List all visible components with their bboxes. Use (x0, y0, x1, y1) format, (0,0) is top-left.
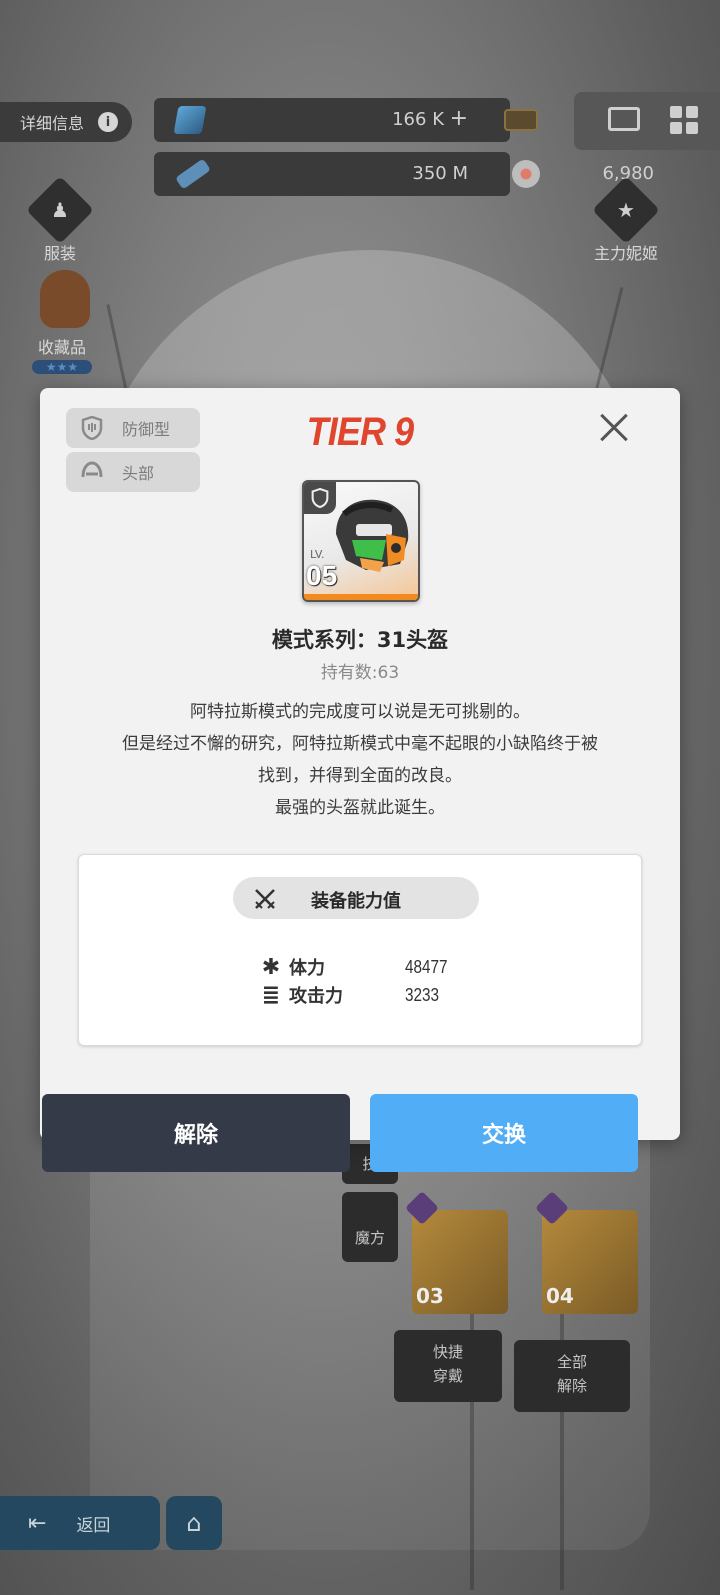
stat-value: 3233 (405, 984, 440, 1005)
item-name: 模式系列：31头盔 (271, 628, 449, 652)
cube-button[interactable]: 魔方 (342, 1192, 398, 1262)
gear-level: 04 (546, 1284, 574, 1308)
stat-label: 体力 (289, 958, 325, 979)
detail-info-button[interactable]: 详细信息 i (0, 102, 132, 142)
menu-grid-icon[interactable] (670, 106, 698, 134)
core-orb-icon (512, 160, 540, 188)
costume-button[interactable]: ♟ 服装 (20, 176, 100, 264)
equipment-stats-panel: 装备能力值 ✱ 体力 48477 ≣ 攻击力 3233 (78, 854, 642, 1046)
info-icon: i (98, 112, 119, 132)
top-right-panel (574, 92, 720, 150)
quick-equip-button[interactable]: 快捷 穿戴 (394, 1330, 502, 1402)
main-nikke-label: 主力妮姬 (593, 244, 658, 263)
stat-row-hp: ✱ 体力 48477 (259, 953, 455, 981)
back-arrow-icon: ⇤ (28, 1510, 47, 1536)
gear-slot-arm[interactable]: 03 (412, 1210, 508, 1314)
swap-button[interactable]: 交换 (370, 1094, 638, 1172)
hp-asterisk-icon: ✱ (261, 954, 281, 980)
costume-icon: ♟ (26, 176, 94, 244)
item-owned-count: 持有数:63 (320, 663, 400, 683)
equipment-detail-modal: 防御型 头部 TIER 9 LV. 05 模式系列：31头盔 持有数:63 阿特… (40, 388, 680, 1140)
battery-icon (175, 158, 211, 190)
costume-label: 服装 (43, 244, 76, 263)
helmet-icon (80, 460, 104, 484)
close-icon[interactable] (594, 408, 634, 448)
stat-label: 攻击力 (289, 986, 343, 1007)
collection-label: 收藏品 (37, 338, 86, 357)
bookmark-star-icon: ★ (592, 176, 660, 244)
slot-tag: 头部 (66, 452, 200, 492)
collection-button[interactable]: 收藏品 ★★★ (22, 334, 102, 374)
description-line: 找到，并得到全面的改良。 (258, 766, 462, 786)
home-button[interactable]: ⌂ (166, 1496, 222, 1550)
rarity-stripe (304, 594, 418, 600)
mail-icon[interactable] (608, 107, 640, 131)
back-button[interactable]: ⇤ 返回 (0, 1496, 160, 1550)
credit-card-icon (504, 109, 538, 131)
stat-value: 48477 (405, 956, 448, 977)
back-label: 返回 (76, 1515, 111, 1536)
collection-stars: ★★★ (32, 360, 92, 374)
detail-info-label: 详细信息 (20, 114, 85, 133)
item-level: 05 (306, 560, 338, 591)
description-line: 阿特拉斯模式的完成度可以说是无可挑剔的。 (190, 702, 530, 722)
defender-class-icon (304, 482, 336, 514)
resource-bar-top: 166 K + 46016 K (154, 98, 654, 142)
home-icon: ⌂ (186, 1509, 202, 1537)
slot-tag-label: 头部 (122, 464, 155, 483)
collection-avatar-icon[interactable] (40, 270, 90, 328)
description-line: 但是经过不懈的研究，阿特拉斯模式中毫不起眼的小缺陷终于被 (122, 734, 598, 754)
gear-slot-leg[interactable]: 04 (542, 1210, 638, 1314)
gear-level: 03 (416, 1284, 444, 1308)
crystal-icon (173, 106, 207, 134)
description-line: 最强的头盔就此诞生。 (275, 798, 445, 818)
stats-header: 装备能力值 (233, 877, 479, 919)
tier-label: TIER 9 (306, 410, 415, 454)
stat-row-attack: ≣ 攻击力 3233 (259, 981, 445, 1009)
stats-title: 装备能力值 (311, 891, 401, 912)
ammo-icon: ≣ (261, 982, 281, 1008)
unequip-all-button[interactable]: 全部 解除 (514, 1340, 630, 1412)
core-value: 6,980 (602, 163, 654, 184)
cube-label: 魔方 (354, 1229, 385, 1247)
item-description: 阿特拉斯模式的完成度可以说是无可挑剔的。 但是经过不懈的研究，阿特拉斯模式中毫不… (60, 696, 660, 824)
helmet-image (326, 494, 414, 580)
resource-bar-bottom: 350 M 6,980 (154, 152, 654, 196)
item-card: LV. 05 (302, 480, 420, 602)
main-nikke-button[interactable]: ★ 主力妮姬 (586, 176, 666, 264)
release-button[interactable]: 解除 (42, 1094, 350, 1172)
